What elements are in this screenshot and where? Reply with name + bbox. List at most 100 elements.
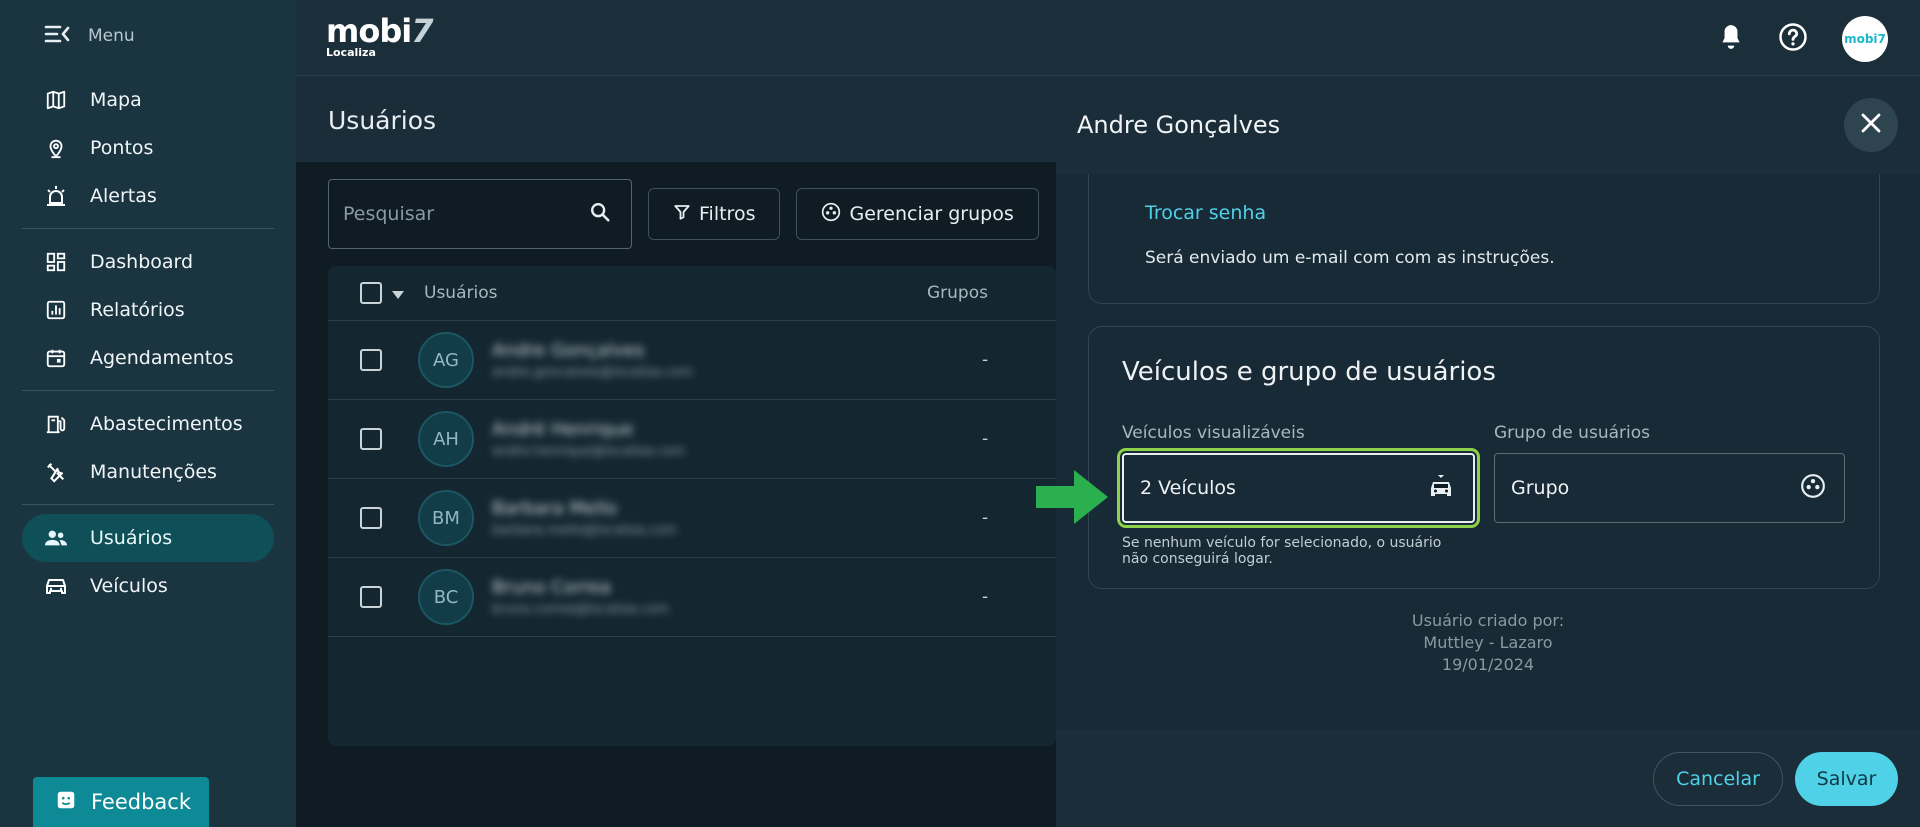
group-select[interactable]: Grupo [1494, 453, 1845, 523]
notification-bell-icon[interactable] [1718, 23, 1744, 55]
sidebar-item-abastecimentos[interactable]: Abastecimentos [22, 400, 274, 448]
location-pin-icon [44, 136, 68, 160]
sidebar-item-label: Manutenções [90, 461, 217, 483]
table-row[interactable]: AG Andre Gonçalves andre.goncalves@local… [328, 321, 1056, 400]
group-select-value: Grupo [1511, 477, 1570, 499]
user-initials-avatar: AG [418, 332, 474, 388]
menu-label: Menu [88, 26, 135, 46]
column-header-groups[interactable]: Grupos [927, 283, 988, 303]
nav-divider [22, 504, 274, 505]
vehicles-field-label: Veículos visualizáveis [1122, 423, 1305, 443]
page-title: Usuários [328, 106, 437, 135]
manage-groups-button[interactable]: Gerenciar grupos [796, 188, 1039, 240]
annotation-arrow-icon [1034, 468, 1110, 530]
sidebar-item-label: Dashboard [90, 251, 194, 273]
feedback-label: Feedback [91, 790, 192, 814]
user-info: Barbara Mello barbara.mello@localiza.com [492, 498, 677, 538]
fuel-icon [44, 412, 68, 436]
page-header: Usuários [296, 76, 1056, 162]
user-initials-avatar: BM [418, 490, 474, 546]
brand-seven: 7 [411, 12, 433, 50]
password-card: Trocar senha Será enviado um e-mail com … [1088, 174, 1880, 304]
feedback-button[interactable]: Feedback [33, 777, 209, 827]
reports-icon [44, 298, 68, 322]
select-all-checkbox[interactable] [360, 282, 382, 304]
user-email: barbara.mello@localiza.com [492, 523, 677, 538]
top-actions: mobi7 [1718, 16, 1888, 62]
users-icon [44, 526, 68, 550]
toolbar: Pesquisar Filtros Gerenciar grupos [328, 179, 1039, 249]
filter-icon [673, 203, 691, 226]
users-table: Usuários Grupos AG Andre Gonçalves andre… [328, 266, 1056, 746]
menu-toggle-button[interactable]: Menu [44, 24, 135, 48]
drawer-title: Andre Gonçalves [1077, 111, 1281, 139]
table-row[interactable]: BM Barbara Mello barbara.mello@localiza.… [328, 479, 1056, 558]
sidebar-item-label: Veículos [90, 575, 168, 597]
table-row[interactable]: BC Bruno Correa bruno.correa@localiza.co… [328, 558, 1056, 637]
user-detail-drawer: Andre Gonçalves Trocar senha Será enviad… [1056, 76, 1920, 827]
sidebar-item-veiculos[interactable]: Veículos [22, 562, 274, 610]
sidebar-item-manutencoes[interactable]: Manutenções [22, 448, 274, 496]
nav-divider [22, 228, 274, 229]
save-button[interactable]: Salvar [1795, 752, 1898, 806]
row-checkbox[interactable] [360, 586, 382, 608]
manage-groups-label: Gerenciar grupos [849, 203, 1014, 225]
sidebar-item-label: Relatórios [90, 299, 185, 321]
row-checkbox[interactable] [360, 507, 382, 529]
sidebar-item-relatorios[interactable]: Relatórios [22, 286, 274, 334]
user-avatar[interactable]: mobi7 [1842, 16, 1888, 62]
section-title: Veículos e grupo de usuários [1122, 357, 1496, 387]
user-initials-avatar: AH [418, 411, 474, 467]
taxi-car-icon [1427, 472, 1455, 505]
created-by-info: Usuário criado por: Muttley - Lazaro 19/… [1056, 610, 1920, 676]
created-by-name: Muttley - Lazaro [1423, 633, 1553, 652]
search-icon [589, 201, 611, 228]
sidebar-item-mapa[interactable]: Mapa [22, 76, 274, 124]
drawer-body: Trocar senha Será enviado um e-mail com … [1056, 174, 1920, 730]
calendar-icon [44, 346, 68, 370]
sidebar-item-label: Alertas [90, 185, 157, 207]
row-checkbox[interactable] [360, 428, 382, 450]
tools-icon [44, 460, 68, 484]
user-info: André Henrique andre.henrique@localiza.c… [492, 419, 685, 459]
nav-divider [22, 390, 274, 391]
user-name: Barbara Mello [492, 498, 618, 519]
table-row[interactable]: AH André Henrique andre.henrique@localiz… [328, 400, 1056, 479]
siren-icon [44, 184, 68, 208]
sidebar-item-usuarios[interactable]: Usuários [22, 514, 274, 562]
row-checkbox[interactable] [360, 349, 382, 371]
users-page: Usuários Pesquisar Filtros Gerenciar gru… [296, 76, 1056, 827]
vehicles-hint: Se nenhum veículo for selecionado, o usu… [1122, 535, 1442, 567]
user-group: - [982, 429, 989, 449]
close-button[interactable] [1844, 98, 1898, 152]
drawer-header: Andre Gonçalves [1056, 76, 1920, 174]
drawer-footer: Cancelar Salvar [1056, 730, 1920, 827]
table-header: Usuários Grupos [328, 266, 1056, 321]
close-icon [1860, 112, 1882, 138]
created-by-label: Usuário criado por: [1411, 611, 1565, 630]
user-info: Andre Gonçalves andre.goncalves@localiza… [492, 340, 693, 380]
sidebar-item-dashboard[interactable]: Dashboard [22, 238, 274, 286]
select-dropdown-icon[interactable] [392, 284, 404, 303]
user-email: andre.henrique@localiza.com [492, 444, 686, 459]
user-name: André Henrique [492, 419, 634, 440]
sidebar-item-agendamentos[interactable]: Agendamentos [22, 334, 274, 382]
sidebar-item-pontos[interactable]: Pontos [22, 124, 274, 172]
sidebar-item-label: Pontos [90, 137, 154, 159]
brand-name: mobi [326, 12, 412, 50]
sidebar-item-alertas[interactable]: Alertas [22, 172, 274, 220]
help-icon[interactable] [1778, 22, 1808, 56]
column-header-users[interactable]: Usuários [424, 283, 497, 303]
vehicles-select[interactable]: 2 Veículos [1117, 448, 1480, 528]
search-input[interactable]: Pesquisar [328, 179, 632, 249]
user-initials-avatar: BC [418, 569, 474, 625]
sidebar-item-label: Usuários [90, 527, 173, 549]
cancel-button[interactable]: Cancelar [1653, 752, 1783, 806]
map-icon [44, 88, 68, 112]
filters-label: Filtros [699, 203, 756, 225]
user-email: bruno.correa@localiza.com [492, 602, 669, 617]
filters-button[interactable]: Filtros [648, 188, 781, 240]
groups-icon [1800, 473, 1826, 504]
brand-logo[interactable]: mobi7 Localiza [326, 12, 433, 59]
change-password-link[interactable]: Trocar senha [1145, 202, 1266, 224]
